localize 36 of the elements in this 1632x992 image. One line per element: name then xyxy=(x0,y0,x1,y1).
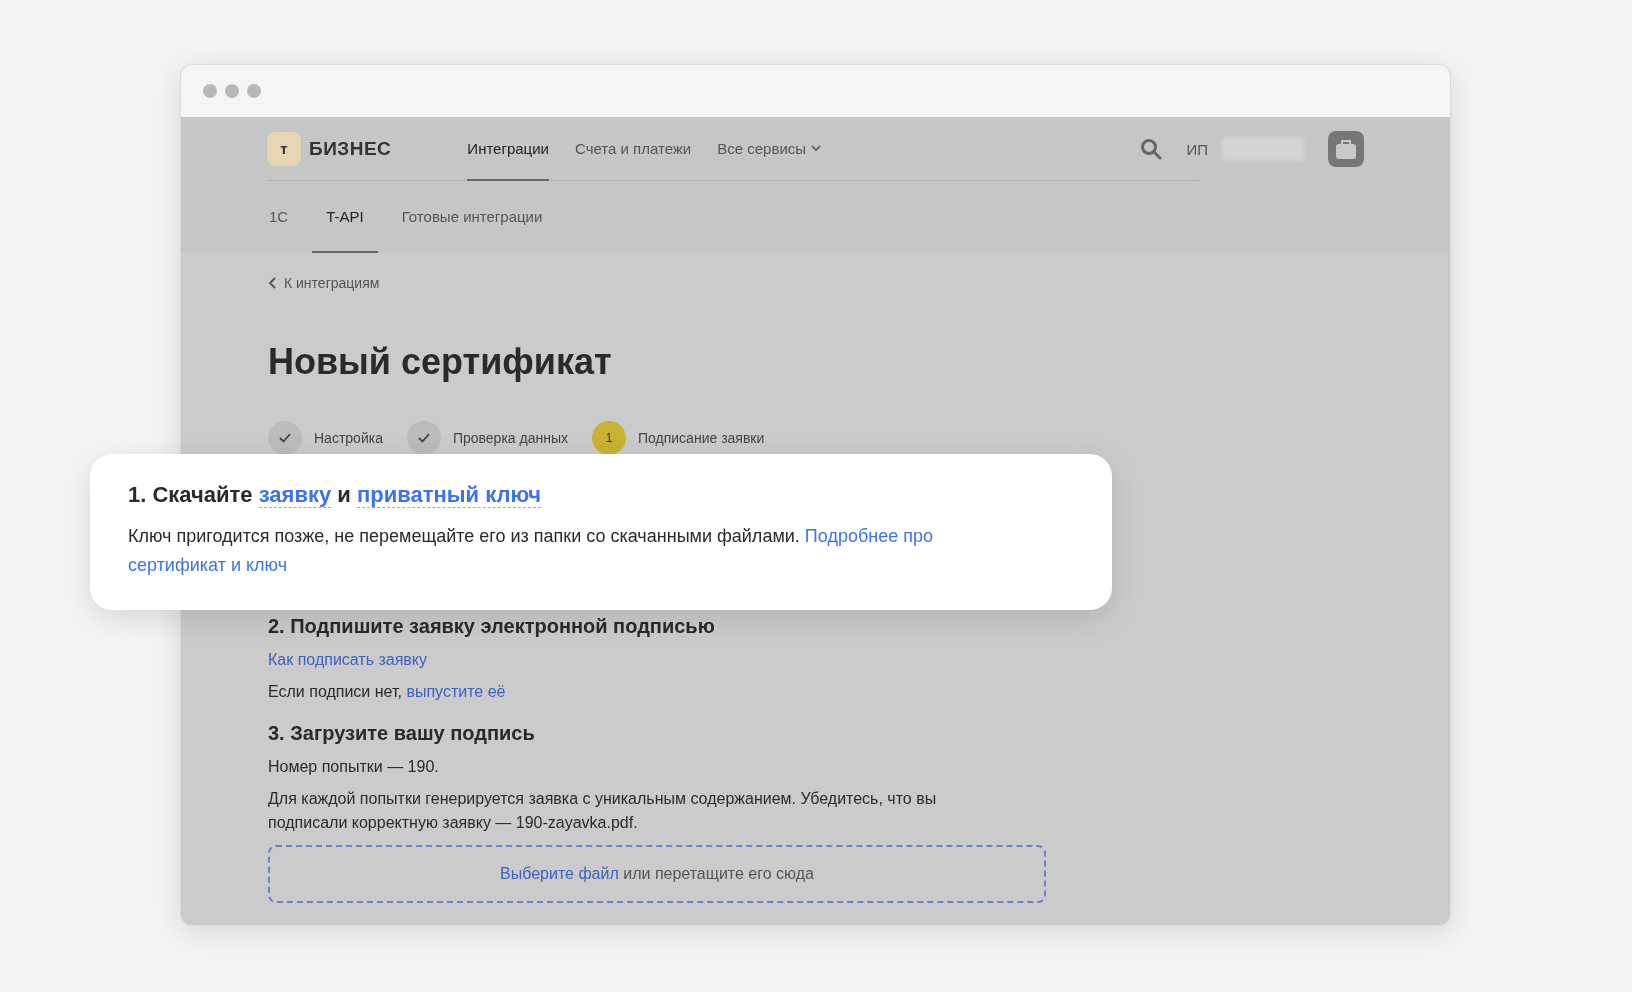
subtab[interactable]: Готовые интеграции xyxy=(387,181,557,253)
search-icon[interactable] xyxy=(1140,138,1163,160)
link[interactable]: заявку xyxy=(258,482,332,508)
nav-tab[interactable]: Счета и платежи xyxy=(574,117,692,181)
subtab[interactable]: T-API xyxy=(312,181,378,253)
caret-icon xyxy=(810,142,823,154)
section-heading: 2. Подпишите заявку электронной подписью xyxy=(268,615,716,638)
step-label: Подписание заявки xyxy=(638,430,765,446)
subtab[interactable]: 1С xyxy=(267,181,303,253)
callout-heading: 1. Скачайте заявку и приватный ключ xyxy=(128,482,543,508)
window-control[interactable] xyxy=(203,84,217,98)
page-title: Новый сертификат xyxy=(268,341,613,383)
window-control[interactable] xyxy=(247,84,261,98)
link[interactable]: сертификат и ключ xyxy=(128,555,288,575)
paragraph: Для каждой попытки генерируется заявка с уникальным содержанием. Убедитесь, что вы подписали корректную заявку — 190-zayavka.pdf. xyxy=(268,789,938,833)
logo-icon: т xyxy=(267,131,301,166)
account-name[interactable]: ИП xyxy=(1186,140,1208,158)
link[interactable]: Как подписать заявку xyxy=(268,651,428,668)
link[interactable]: выпустите её xyxy=(406,683,506,700)
step-label: Проверка данных xyxy=(452,430,568,446)
link[interactable]: приватный ключ xyxy=(356,482,542,508)
link[interactable]: Подробнее про xyxy=(804,526,933,546)
window-control[interactable] xyxy=(225,84,239,98)
logo-text: БИЗНЕС xyxy=(309,137,392,160)
paragraph: Если подписи нет, выпустите её xyxy=(268,682,507,702)
nav-tab[interactable]: Интеграции xyxy=(467,117,549,181)
briefcase-icon[interactable] xyxy=(1328,131,1364,167)
section-heading: 3. Загрузите вашу подпись xyxy=(268,722,536,745)
step-indicator: 1 xyxy=(592,421,626,455)
back-link[interactable]: К интеграциям xyxy=(268,275,380,291)
paragraph: Номер попытки — 190. xyxy=(268,757,440,777)
file-dropzone[interactable]: Выберите файл или перетащите его сюда xyxy=(268,845,1046,903)
step-label: Настройка xyxy=(314,430,383,446)
callout-text: Ключ пригодится позже, не перемещайте его из папки со скачанными файлами. Подробнее про сертификат и ключ xyxy=(128,525,934,577)
back-icon xyxy=(268,277,278,289)
nav-tab[interactable]: Все сервисы xyxy=(717,117,823,181)
